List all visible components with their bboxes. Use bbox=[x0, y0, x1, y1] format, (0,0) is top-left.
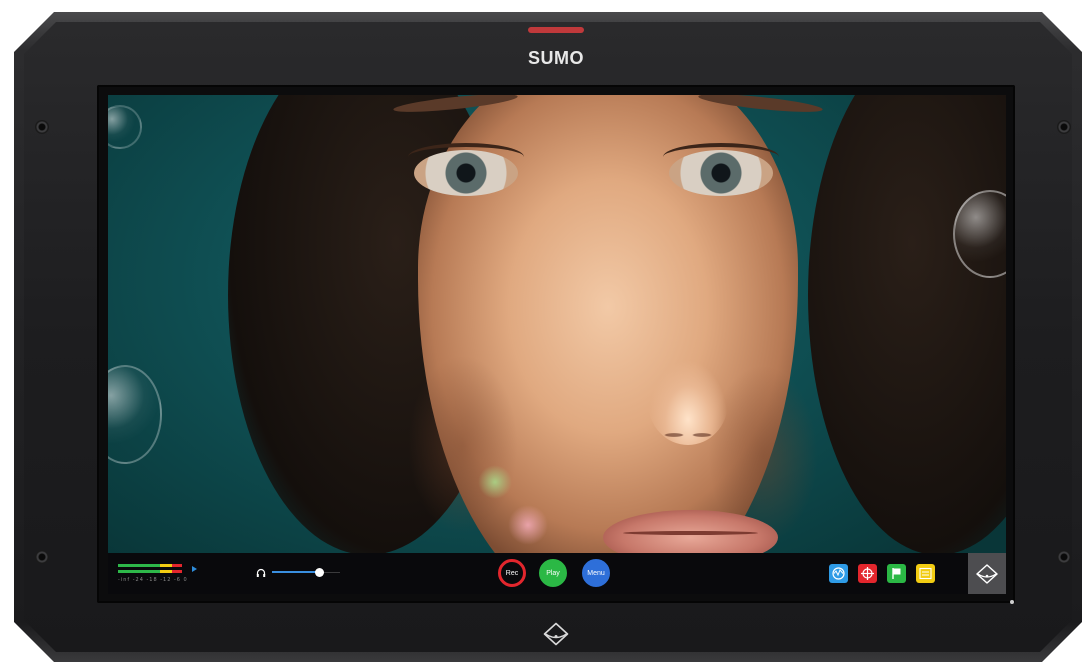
video-frame-image bbox=[108, 95, 1006, 553]
crosshair-icon bbox=[861, 567, 874, 580]
waveform-icon bbox=[832, 567, 845, 580]
flag-icon bbox=[892, 568, 901, 579]
menu-button-label: Menu bbox=[587, 569, 605, 577]
atomos-logo-icon bbox=[976, 563, 998, 584]
record-button[interactable]: Rec bbox=[498, 559, 526, 587]
focus-tool-button[interactable] bbox=[858, 564, 877, 583]
audio-meter-channel-2 bbox=[118, 570, 188, 573]
list-tool-button[interactable] bbox=[916, 564, 935, 583]
audio-meter-scale: -inf -24 -18 -12 -6 0 bbox=[118, 577, 188, 583]
headphone-icon bbox=[256, 568, 266, 577]
screw-top-right bbox=[1057, 120, 1071, 134]
list-icon bbox=[919, 567, 932, 580]
bottom-toolbar: -inf -24 -18 -12 -6 0 Rec Play Menu bbox=[108, 553, 1006, 594]
video-display[interactable] bbox=[108, 95, 1006, 553]
device-brand-label: SUMO bbox=[528, 48, 584, 68]
screw-bottom-left bbox=[35, 550, 49, 564]
play-button-label: Play bbox=[546, 569, 560, 577]
screw-top-left bbox=[35, 120, 49, 134]
tally-light bbox=[528, 27, 584, 33]
tag-tool-button[interactable] bbox=[887, 564, 906, 583]
screw-bottom-right bbox=[1057, 550, 1071, 564]
atomos-logo-icon bbox=[543, 622, 569, 646]
menu-button[interactable]: Menu bbox=[582, 559, 610, 587]
play-button[interactable]: Play bbox=[539, 559, 567, 587]
audio-level-meter: -inf -24 -18 -12 -6 0 bbox=[118, 561, 198, 583]
volume-fill bbox=[272, 571, 320, 573]
record-button-label: Rec bbox=[505, 569, 519, 577]
audio-meter-channel-1 bbox=[118, 564, 188, 567]
home-logo-button[interactable] bbox=[968, 553, 1006, 594]
waveform-tool-button[interactable] bbox=[829, 564, 848, 583]
volume-knob[interactable] bbox=[315, 568, 325, 577]
meter-indicator-icon bbox=[192, 566, 197, 572]
ambient-sensor bbox=[1010, 600, 1014, 604]
headphone-volume-slider[interactable] bbox=[256, 566, 346, 580]
